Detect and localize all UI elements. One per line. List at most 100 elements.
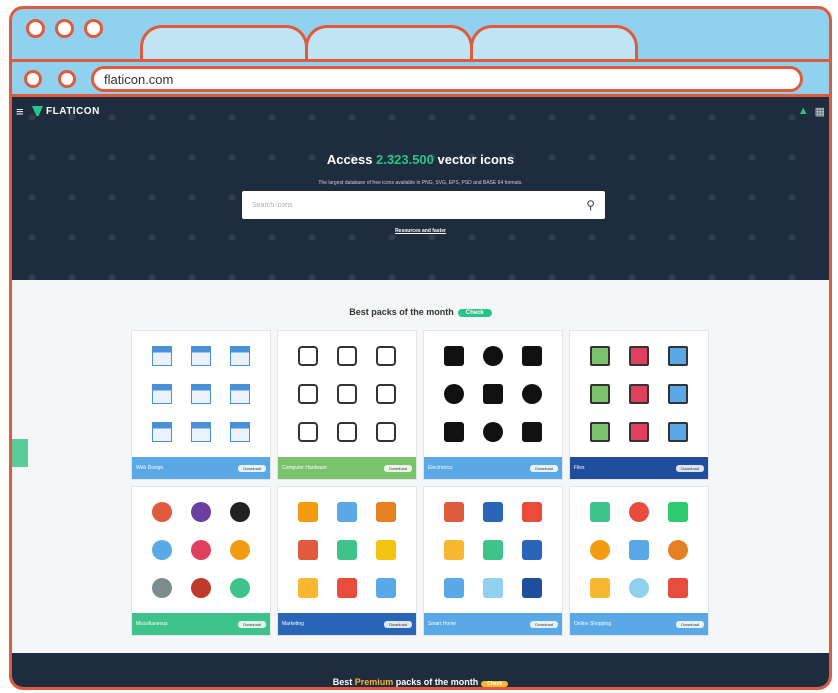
pack-icon-cell xyxy=(327,337,366,375)
pack-icon xyxy=(482,384,503,404)
pack-icon-cell xyxy=(221,337,260,375)
pack-download-button[interactable]: Download xyxy=(676,464,704,472)
pack-icon xyxy=(376,422,397,442)
alert-icon[interactable]: ▲ xyxy=(798,105,809,118)
pack-icon xyxy=(230,422,251,442)
pack-icons xyxy=(424,331,562,457)
premium-badge[interactable]: Check xyxy=(481,681,509,687)
pack-footer: Miscellaneous Download xyxy=(132,613,270,635)
pack-icon-cell xyxy=(473,569,512,607)
flaticon-logo[interactable]: FLATICON xyxy=(32,106,100,117)
pack-icon-cell xyxy=(142,531,181,569)
search-input[interactable]: Search icons xyxy=(252,202,292,209)
pack-icon xyxy=(589,346,610,366)
pack-card[interactable]: Marketing Download xyxy=(277,486,417,636)
packs-title-text: Best packs of the month xyxy=(349,307,454,317)
pack-card[interactable]: Online Shopping Download xyxy=(569,486,709,636)
site-header: ≡ FLATICON ▲ ▦ xyxy=(12,100,829,122)
pack-icon xyxy=(297,422,318,442)
close-window-button[interactable] xyxy=(26,19,45,38)
maximize-window-button[interactable] xyxy=(84,19,103,38)
premium-label: Premium xyxy=(354,677,394,687)
pack-icon-cell xyxy=(327,493,366,531)
pack-icon xyxy=(230,384,251,404)
pack-name: Online Shopping xyxy=(574,621,611,627)
search-icon[interactable]: ⚲ xyxy=(586,198,595,212)
pack-icon xyxy=(376,384,397,404)
pack-download-button[interactable]: Download xyxy=(530,464,558,472)
pack-card[interactable]: Electronics Download xyxy=(423,330,563,480)
pack-icon xyxy=(443,346,464,366)
premium-section: Best Premium packs of the month Check xyxy=(12,653,829,687)
pack-icon xyxy=(482,540,503,560)
pack-download-button[interactable]: Download xyxy=(238,464,266,472)
tab-3[interactable] xyxy=(470,25,638,63)
tab-active[interactable] xyxy=(140,25,308,63)
pack-icon xyxy=(589,540,610,560)
pack-download-button[interactable]: Download xyxy=(676,620,704,628)
pack-icon-cell xyxy=(181,569,220,607)
pack-icon-cell xyxy=(473,493,512,531)
pack-icon-cell xyxy=(619,493,658,531)
pack-icon xyxy=(628,502,649,522)
grid-icon[interactable]: ▦ xyxy=(815,105,825,118)
pack-icon-cell xyxy=(221,569,260,607)
pack-icon-cell xyxy=(619,531,658,569)
pack-icon xyxy=(230,346,251,366)
pack-card[interactable]: Miscellaneous Download xyxy=(131,486,271,636)
pack-icon xyxy=(376,578,397,598)
pack-icon-cell xyxy=(288,375,327,413)
pack-icon-cell xyxy=(434,493,473,531)
pack-icon-cell xyxy=(221,375,260,413)
back-button[interactable] xyxy=(24,70,42,88)
pack-download-button[interactable]: Download xyxy=(238,620,266,628)
search-bar[interactable]: Search icons ⚲ xyxy=(242,191,605,219)
pack-icon xyxy=(190,384,211,404)
pack-download-button[interactable]: Download xyxy=(384,620,412,628)
minimize-window-button[interactable] xyxy=(55,19,74,38)
pack-icon-cell xyxy=(327,569,366,607)
pack-icon-cell xyxy=(580,337,619,375)
pack-icon-cell xyxy=(434,531,473,569)
pack-icon xyxy=(443,540,464,560)
pack-download-button[interactable]: Download xyxy=(530,620,558,628)
pack-icon xyxy=(443,422,464,442)
pack-name: Web Design xyxy=(136,465,164,471)
address-bar[interactable]: flaticon.com xyxy=(91,66,803,92)
pack-icon xyxy=(668,578,689,598)
pack-icon-cell xyxy=(580,493,619,531)
pack-card[interactable]: Web Design Download xyxy=(131,330,271,480)
hero-section: ≡ FLATICON ▲ ▦ Access 2.323.500 vector i… xyxy=(12,97,829,280)
navigation-bar: flaticon.com xyxy=(12,59,829,97)
tab-2[interactable] xyxy=(305,25,473,63)
pack-icon-cell xyxy=(659,531,698,569)
forward-button[interactable] xyxy=(58,70,76,88)
pack-card[interactable]: Computer Hardware Download xyxy=(277,330,417,480)
pack-icon-cell xyxy=(513,569,552,607)
premium-title-suffix: packs of the month xyxy=(393,677,479,687)
pack-icon xyxy=(190,578,211,598)
pack-card[interactable]: Files Download xyxy=(569,330,709,480)
pack-icon xyxy=(482,502,503,522)
pack-icon-cell xyxy=(288,337,327,375)
pack-icon xyxy=(482,578,503,598)
menu-icon[interactable]: ≡ xyxy=(16,104,32,119)
pack-footer: Marketing Download xyxy=(278,613,416,635)
pack-icon xyxy=(589,422,610,442)
pack-footer: Web Design Download xyxy=(132,457,270,479)
pack-icon-cell xyxy=(659,375,698,413)
pack-icon xyxy=(151,578,172,598)
hero-link[interactable]: Resources and faster xyxy=(12,228,829,234)
pack-download-button[interactable]: Download xyxy=(384,464,412,472)
pack-footer: Smart Home Download xyxy=(424,613,562,635)
pack-icon-cell xyxy=(367,569,406,607)
pack-icon xyxy=(151,422,172,442)
pack-icons xyxy=(570,487,708,613)
icon-count: 2.323.500 xyxy=(376,152,434,167)
pack-icon-cell xyxy=(142,569,181,607)
pack-icon-cell xyxy=(142,493,181,531)
pack-card[interactable]: Smart Home Download xyxy=(423,486,563,636)
packs-badge[interactable]: Check xyxy=(457,308,492,317)
pack-icon xyxy=(230,540,251,560)
pack-icons xyxy=(132,331,270,457)
